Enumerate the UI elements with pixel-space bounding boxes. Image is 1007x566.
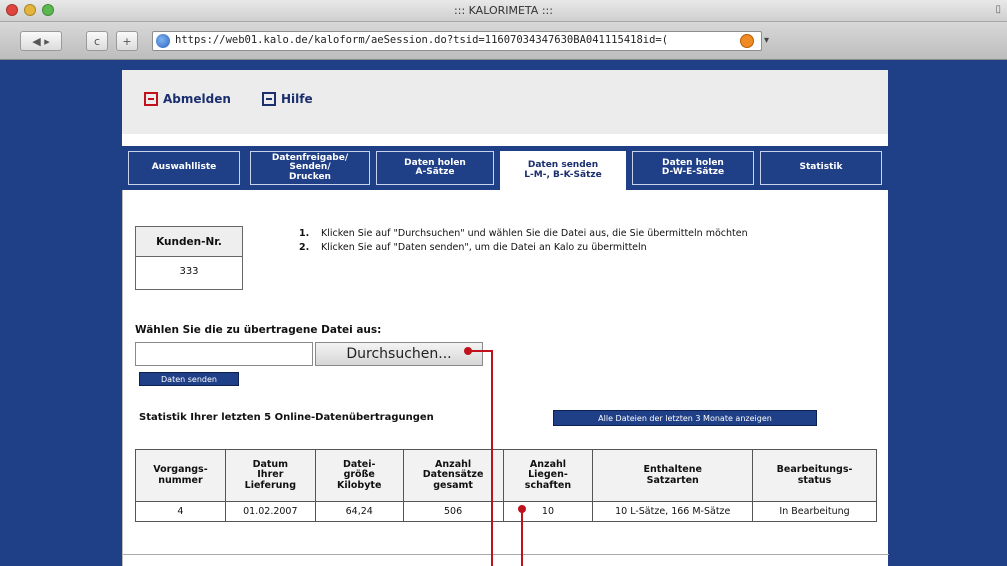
step-text: Klicken Sie auf "Daten senden", um die D… bbox=[321, 242, 647, 254]
browser-toolbar: ◀ ▸ c + https://web01.kalo.de/kaloform/a… bbox=[0, 22, 1007, 60]
file-select-label: Wählen Sie die zu übertragene Datei aus: bbox=[135, 324, 382, 336]
file-path-input[interactable] bbox=[135, 342, 313, 366]
column-header: Datei- größe Kilobyte bbox=[314, 449, 404, 502]
instructions: 1. Klicken Sie auf "Durchsuchen" und wäh… bbox=[299, 228, 859, 257]
tab-statistik[interactable]: Statistik bbox=[760, 151, 882, 185]
content-divider bbox=[123, 554, 889, 555]
help-icon bbox=[262, 92, 276, 106]
table-cell: 4 bbox=[135, 501, 226, 522]
tab-daten-holen-a[interactable]: Daten holen A-Sätze bbox=[376, 151, 494, 185]
callout-line-properties-vertical bbox=[521, 512, 523, 566]
toolbar-toggle-icon[interactable]: ▯ bbox=[995, 4, 1001, 15]
tab-label: Daten senden L-M-, B-K-Sätze bbox=[524, 160, 602, 180]
web-page: Abmelden Hilfe Auswahlliste Datenfreigab… bbox=[122, 70, 889, 566]
address-bar[interactable]: https://web01.kalo.de/kaloform/aeSession… bbox=[152, 31, 762, 51]
help-label: Hilfe bbox=[281, 92, 313, 106]
window-titlebar: ::: KALORIMETA ::: ▯ bbox=[0, 0, 1007, 22]
browse-button[interactable]: Durchsuchen... bbox=[315, 342, 483, 366]
callout-line-browse-horizontal bbox=[468, 350, 492, 352]
column-header: Vorgangs- nummer bbox=[135, 449, 226, 502]
tab-daten-senden[interactable]: Daten senden L-M-, B-K-Sätze bbox=[500, 151, 626, 190]
table-cell: 64,24 bbox=[314, 501, 404, 522]
add-bookmark-button[interactable]: + bbox=[116, 31, 138, 51]
table-cell: 10 bbox=[502, 501, 594, 522]
logout-link[interactable]: Abmelden bbox=[144, 92, 231, 106]
step-number: 2. bbox=[299, 242, 310, 254]
window-title: ::: KALORIMETA ::: bbox=[454, 4, 553, 17]
tab-daten-holen-dwe[interactable]: Daten holen D-W-E-Sätze bbox=[632, 151, 754, 185]
instruction-step: 1. Klicken Sie auf "Durchsuchen" und wäh… bbox=[299, 228, 859, 239]
top-links-bar: Abmelden Hilfe bbox=[122, 70, 888, 134]
tab-bar: Auswahlliste Datenfreigabe/ Senden/ Druc… bbox=[122, 146, 888, 190]
customer-number-value: 333 bbox=[179, 266, 199, 277]
send-data-button[interactable]: Daten senden bbox=[139, 372, 239, 386]
column-header: Datum Ihrer Lieferung bbox=[224, 449, 316, 502]
tab-auswahlliste[interactable]: Auswahlliste bbox=[128, 151, 240, 185]
callout-line-browse-vertical bbox=[491, 350, 493, 566]
table-cell: 10 L-Sätze, 166 M-Sätze bbox=[592, 501, 754, 522]
column-header: Anzahl Datensätze gesamt bbox=[402, 449, 504, 502]
browser-window: ::: KALORIMETA ::: ▯ ◀ ▸ c + https://web… bbox=[0, 0, 1007, 566]
back-forward-button[interactable]: ◀ ▸ bbox=[20, 31, 62, 51]
customer-number-header: Kunden-Nr. bbox=[136, 227, 242, 257]
tab-label: Statistik bbox=[799, 162, 843, 173]
tab-datenfreigabe[interactable]: Datenfreigabe/ Senden/ Drucken bbox=[250, 151, 370, 185]
show-all-files-button[interactable]: Alle Dateien der letzten 3 Monate anzeig… bbox=[553, 410, 817, 426]
table-cell: In Bearbeitung bbox=[752, 501, 877, 522]
tab-label: Auswahlliste bbox=[151, 162, 217, 173]
help-link[interactable]: Hilfe bbox=[262, 92, 313, 106]
column-header: Anzahl Liegen- schaften bbox=[502, 449, 594, 502]
chevron-down-icon[interactable]: ▾ bbox=[764, 35, 769, 46]
instruction-step: 2. Klicken Sie auf "Daten senden", um di… bbox=[299, 242, 859, 253]
column-header: Enthaltene Satzarten bbox=[592, 449, 754, 502]
tab-label: Daten holen D-W-E-Sätze bbox=[661, 157, 725, 177]
rss-icon[interactable] bbox=[740, 34, 754, 48]
stats-table: Vorgangs- nummer Datum Ihrer Lieferung D… bbox=[135, 449, 877, 522]
logout-icon bbox=[144, 92, 158, 106]
tab-label: Daten holen A-Sätze bbox=[404, 157, 466, 177]
main-content: Kunden-Nr. 333 1. Klicken Sie auf "Durch… bbox=[122, 190, 889, 566]
table-row: 4 01.02.2007 64,24 506 10 10 L-Sätze, 16… bbox=[135, 501, 877, 522]
tab-label: Datenfreigabe/ Senden/ Drucken bbox=[271, 152, 349, 182]
step-number: 1. bbox=[299, 228, 310, 239]
reload-button[interactable]: c bbox=[86, 31, 108, 51]
column-header: Bearbeitungs- status bbox=[752, 449, 877, 502]
globe-icon bbox=[156, 34, 170, 48]
customer-number-box: Kunden-Nr. 333 bbox=[135, 226, 243, 290]
table-header-row: Vorgangs- nummer Datum Ihrer Lieferung D… bbox=[135, 449, 877, 502]
logout-label: Abmelden bbox=[163, 92, 231, 106]
table-cell: 01.02.2007 bbox=[224, 501, 316, 522]
step-text: Klicken Sie auf "Durchsuchen" und wählen… bbox=[321, 228, 748, 239]
table-cell: 506 bbox=[402, 501, 504, 522]
stats-title: Statistik Ihrer letzten 5 Online-Datenüb… bbox=[139, 412, 434, 423]
